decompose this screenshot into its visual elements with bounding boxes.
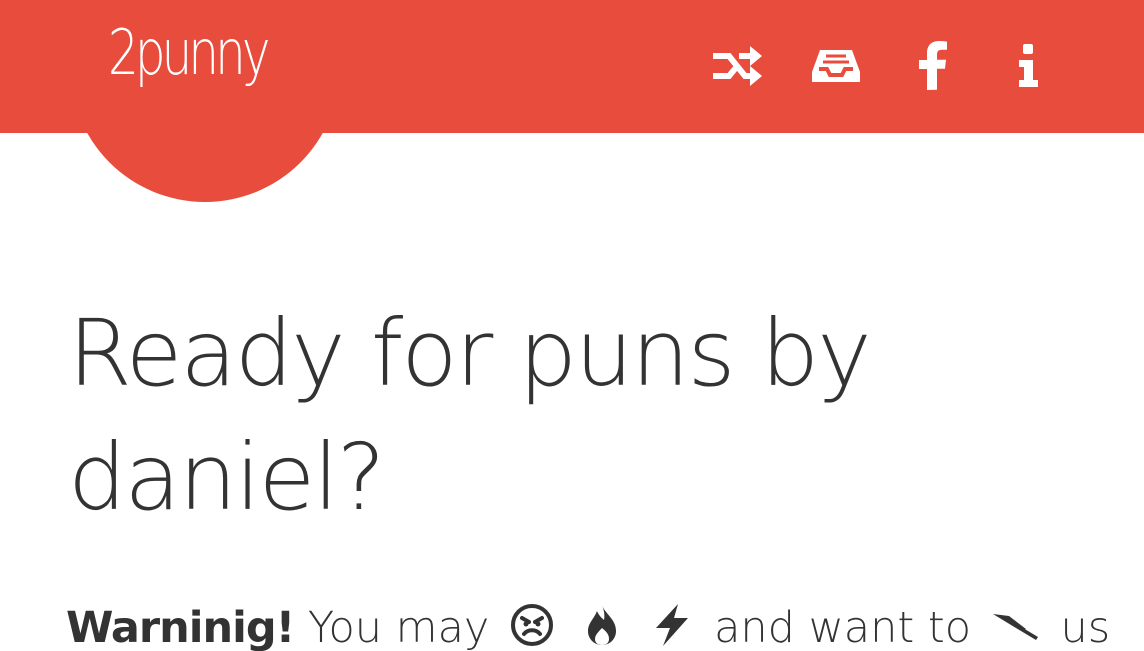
shuffle-button[interactable] <box>710 36 770 96</box>
warning-label: Warninig! <box>66 603 295 651</box>
warning-message: Warninig! You may and want to us <box>66 598 1110 651</box>
inbox-button[interactable] <box>806 36 866 96</box>
warning-text-3: us <box>1060 603 1111 651</box>
facebook-icon <box>919 41 947 90</box>
fire-icon <box>587 604 616 645</box>
warning-text-1: You may <box>307 603 490 651</box>
page: 2punny Ready for puns by daniel? Warnini… <box>0 0 1144 651</box>
lightning-icon <box>656 603 689 646</box>
logo-link[interactable]: 2punny <box>108 22 271 84</box>
inbox-tray-icon <box>812 50 860 82</box>
warning-text-2: and want to <box>714 603 972 651</box>
info-button[interactable] <box>998 36 1058 96</box>
info-icon <box>1019 44 1038 87</box>
angry-face-icon <box>511 603 554 646</box>
facebook-button[interactable] <box>902 36 962 96</box>
main-content: Ready for puns by daniel? <box>68 292 1108 540</box>
top-nav <box>710 34 1058 98</box>
knife-icon <box>992 613 1038 640</box>
shuffle-icon <box>713 46 762 86</box>
top-header: 2punny <box>0 0 1144 133</box>
page-title: Ready for puns by daniel? <box>68 300 872 531</box>
